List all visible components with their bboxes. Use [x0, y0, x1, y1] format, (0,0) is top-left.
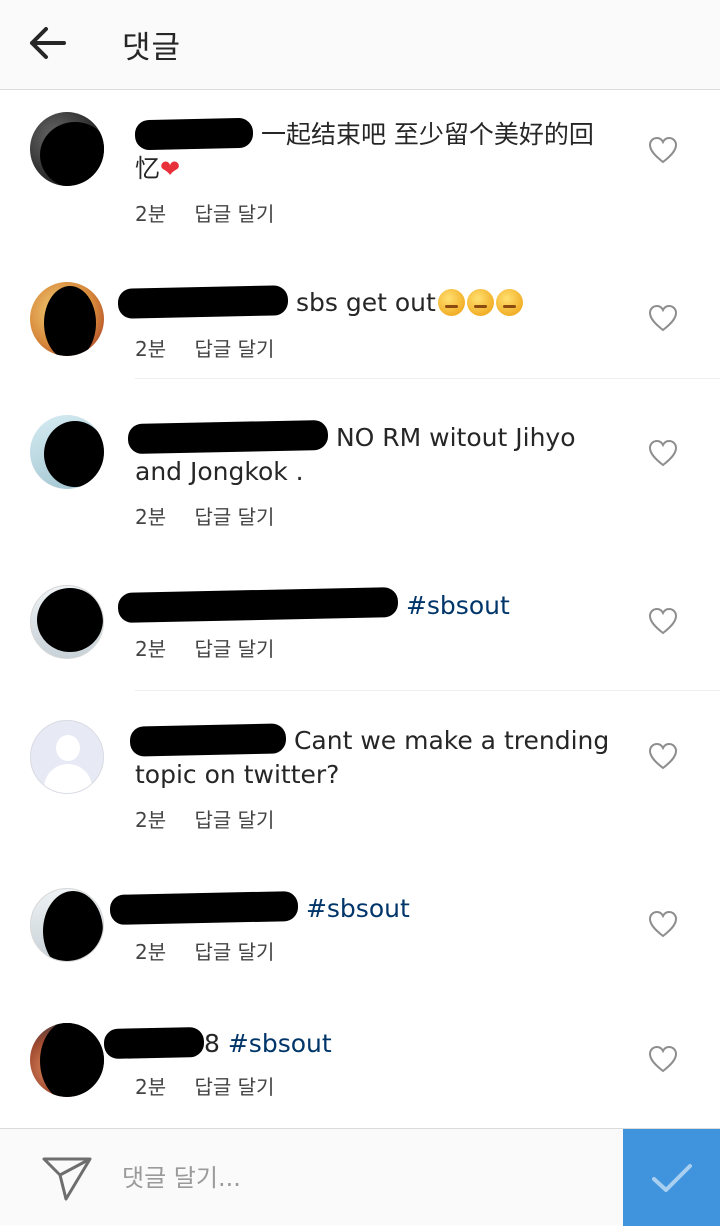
avatar[interactable] [30, 585, 104, 659]
redaction-mark [40, 1023, 104, 1097]
avatar[interactable] [30, 282, 104, 356]
redaction-mark [43, 891, 103, 961]
heart-icon[interactable] [648, 910, 678, 938]
timestamp: 2분 [135, 337, 167, 361]
comment-text: sbs get out [117, 285, 608, 320]
avatar[interactable] [30, 415, 104, 489]
checkmark-icon [651, 1163, 692, 1192]
divider [135, 690, 720, 691]
avatar[interactable] [30, 720, 104, 794]
comment-text: Cant we make a trending topic on twitter… [129, 723, 620, 792]
heart-icon[interactable] [648, 742, 678, 770]
username-redacted[interactable] [109, 891, 299, 925]
comment-meta: 2분 답글 달기 [135, 804, 274, 833]
comment-meta: 2분 답글 달기 [135, 936, 274, 965]
comment-body-continued: and Jongkok . [135, 457, 304, 486]
comment-meta: 2분 답글 달기 [135, 333, 274, 362]
avatar[interactable] [30, 888, 104, 962]
comment-text: #sbsout [109, 891, 600, 926]
hashtag-link[interactable]: #sbsout [228, 1029, 332, 1058]
username-redacted[interactable] [103, 1026, 205, 1060]
post-comment-button[interactable] [623, 1129, 720, 1226]
redaction-mark [40, 122, 104, 186]
comment-body: sbs get out [295, 288, 436, 317]
username-fragment: 8 [204, 1029, 220, 1058]
reply-button[interactable]: 답글 달기 [194, 1075, 274, 1099]
username-redacted[interactable] [134, 117, 254, 151]
comment-composer [0, 1128, 720, 1226]
comment-text: NO RM witout Jihyo and Jongkok . [127, 419, 618, 489]
reply-button[interactable]: 답글 달기 [194, 808, 274, 832]
divider [135, 378, 720, 379]
redaction-mark [37, 588, 103, 652]
angry-face-emoji-icon [466, 289, 494, 316]
comment-meta: 2분 답글 달기 [135, 1071, 274, 1100]
comment-body-continued: 忆 [135, 154, 161, 183]
comment-text: 8 #sbsout [103, 1026, 594, 1061]
comment-meta: 2분 답글 달기 [135, 198, 274, 227]
comment-input[interactable] [120, 1149, 604, 1207]
comment-body: 一起结束吧 至少留个美好的回 [260, 120, 594, 149]
heart-emoji-icon: ❤ [160, 155, 181, 183]
comment-meta: 2분 답글 달기 [135, 633, 274, 662]
arrow-left-icon [30, 27, 66, 59]
username-redacted[interactable] [117, 587, 399, 623]
top-bar: 댓글 [0, 0, 720, 90]
reply-button[interactable]: 답글 달기 [194, 202, 274, 226]
redaction-mark [44, 421, 104, 487]
comment-meta: 2분 답글 달기 [135, 501, 274, 530]
avatar[interactable] [30, 1023, 104, 1097]
back-button[interactable] [22, 20, 72, 66]
username-redacted[interactable] [129, 723, 287, 757]
heart-icon[interactable] [648, 607, 678, 635]
timestamp: 2분 [135, 202, 167, 226]
username-redacted[interactable] [127, 419, 329, 455]
username-redacted[interactable] [117, 285, 289, 319]
timestamp: 2분 [135, 1075, 167, 1099]
default-profile-icon [56, 735, 80, 761]
timestamp: 2분 [135, 940, 167, 964]
hashtag-link[interactable]: #sbsout [306, 894, 410, 923]
hashtag-link[interactable]: #sbsout [406, 591, 510, 620]
comment-body: NO RM witout Jihyo [335, 423, 576, 452]
reply-button[interactable]: 답글 달기 [194, 940, 274, 964]
direct-send-icon[interactable] [40, 1153, 94, 1203]
heart-icon[interactable] [648, 304, 678, 332]
reply-button[interactable]: 답글 달기 [194, 337, 274, 361]
timestamp: 2분 [135, 808, 167, 832]
comment-body: Cant we make a trending [293, 726, 610, 755]
reply-button[interactable]: 답글 달기 [194, 505, 274, 529]
heart-icon[interactable] [648, 136, 678, 164]
heart-icon[interactable] [648, 1045, 678, 1073]
page-title: 댓글 [122, 30, 182, 66]
comment-text: 一起结束吧 至少留个美好的回 忆❤ [134, 117, 625, 186]
timestamp: 2분 [135, 505, 167, 529]
comment-text: #sbsout [117, 587, 608, 623]
reply-button[interactable]: 답글 달기 [194, 637, 274, 661]
heart-icon[interactable] [648, 439, 678, 467]
avatar[interactable] [30, 112, 104, 186]
angry-face-emoji-icon [495, 289, 523, 316]
comment-body-continued: topic on twitter? [135, 760, 340, 789]
timestamp: 2분 [135, 637, 167, 661]
redaction-mark [44, 286, 96, 356]
angry-face-emoji-icon [437, 289, 465, 316]
